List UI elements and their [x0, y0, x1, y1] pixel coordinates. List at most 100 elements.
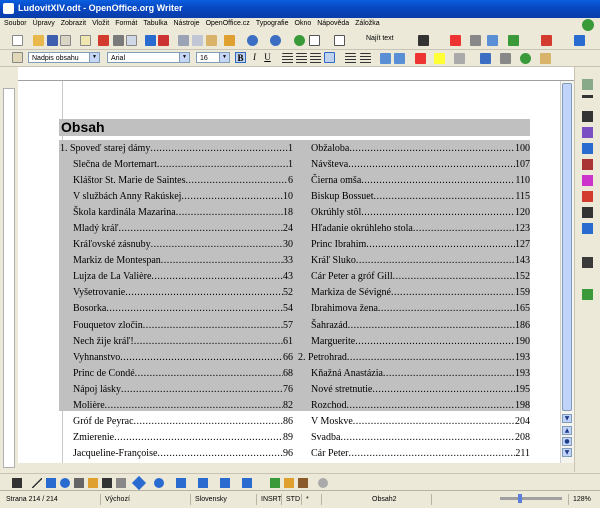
curve-icon[interactable] [88, 478, 98, 488]
extrusion-icon[interactable] [318, 478, 328, 488]
ellipse-icon[interactable] [60, 478, 70, 488]
font-name-select[interactable]: Arial ▼ [107, 52, 190, 63]
font-color-icon[interactable] [415, 53, 426, 64]
bullets-icon[interactable] [360, 53, 371, 64]
align-justify-icon[interactable] [324, 52, 335, 63]
menu-item[interactable]: Záložka [355, 20, 380, 27]
toc-entry[interactable]: Mladý kráľ..............................… [60, 221, 293, 237]
character-icon[interactable] [450, 35, 461, 46]
toc-entry[interactable]: Gróf de Peyrac..........................… [60, 414, 293, 430]
toc-entry[interactable]: Zmierenie...............................… [60, 430, 293, 446]
toc-entry[interactable]: Lujza de La Valière.....................… [60, 269, 293, 285]
gallery-icon[interactable] [487, 35, 498, 46]
freeform-icon[interactable] [74, 478, 84, 488]
toc-entry[interactable]: Molière.................................… [60, 398, 293, 414]
toc-entry[interactable]: V Moskve................................… [298, 414, 530, 430]
menu-item[interactable]: Zobrazit [61, 20, 86, 27]
fontwork-icon[interactable] [284, 478, 294, 488]
zoom-slider-knob[interactable] [518, 494, 522, 503]
new-document-icon[interactable] [12, 35, 23, 46]
toc-entry[interactable]: V službách Anny Rakúskej................… [60, 189, 293, 205]
toc-entry[interactable]: Fouquetov zločin........................… [60, 318, 293, 334]
numbering-icon[interactable] [345, 53, 356, 64]
menu-item[interactable]: Soubor [4, 20, 27, 27]
symbol-icon[interactable] [582, 223, 593, 234]
toc-entry[interactable]: Kňažná Anastázia........................… [298, 366, 530, 382]
italic-button[interactable]: I [249, 52, 260, 63]
show-draw-functions-icon[interactable] [334, 35, 345, 46]
toc-entry[interactable]: Svadba..................................… [298, 430, 530, 446]
toc-entry[interactable]: Rozchod.................................… [298, 398, 530, 414]
scroll-down-icon[interactable]: ▼ [562, 414, 572, 423]
toc-entry[interactable]: Hľadanie okrúhleho stola................… [298, 221, 530, 237]
ellipsis-icon[interactable] [582, 143, 593, 154]
toc-entry[interactable]: Ibrahimova žena.........................… [298, 301, 530, 317]
find-text-label[interactable]: Najít text [366, 35, 394, 42]
extensions-icon[interactable] [574, 35, 585, 46]
field-icon[interactable] [500, 53, 511, 64]
toc-entry[interactable]: Šahrazád................................… [298, 318, 530, 334]
clock-icon[interactable] [520, 53, 531, 64]
menu-item[interactable]: OpenOffice.cz [206, 20, 250, 27]
menu-item[interactable]: Vložit [92, 20, 109, 27]
email-icon[interactable] [60, 35, 71, 46]
print-icon[interactable] [113, 35, 124, 46]
rectangle-icon[interactable] [46, 478, 56, 488]
points-icon[interactable] [270, 478, 280, 488]
binoculars-icon[interactable] [582, 257, 593, 268]
align-center-icon[interactable] [296, 53, 307, 64]
toc-entry[interactable]: Vyšetrovanie............................… [60, 285, 293, 301]
format-paintbrush-icon[interactable] [224, 35, 235, 46]
section-sign-icon[interactable] [582, 175, 593, 186]
toc-entry[interactable]: Návšteva................................… [298, 157, 530, 173]
autospellcheck-icon[interactable] [158, 35, 169, 46]
align-left-icon[interactable] [282, 53, 293, 64]
save-icon[interactable] [47, 35, 58, 46]
apostrophe-icon[interactable] [582, 159, 593, 170]
toc-entry[interactable]: Nápoj lásky.............................… [60, 382, 293, 398]
edit-icon[interactable] [540, 53, 551, 64]
highlighting-icon[interactable] [434, 53, 445, 64]
page-style-indicator[interactable]: Výchozí [100, 494, 190, 505]
quotes-icon[interactable] [582, 79, 593, 90]
toc-entry[interactable]: Princ de Condé..........................… [60, 366, 293, 382]
toc-entry[interactable]: Bosorka.................................… [60, 301, 293, 317]
toc-entry[interactable]: Nech žije kráľ!.........................… [60, 334, 293, 350]
paste-icon[interactable] [206, 35, 217, 46]
datasource-icon[interactable] [508, 35, 519, 46]
cut-icon[interactable] [178, 35, 189, 46]
callouts-icon[interactable] [220, 478, 230, 488]
toc-entry[interactable]: Marguerite..............................… [298, 334, 530, 350]
toc-entry[interactable]: Markiz de Montespan.....................… [60, 253, 293, 269]
menu-item[interactable]: Úpravy [33, 20, 55, 27]
menu-item[interactable]: Nápověda [317, 20, 349, 27]
menu-item[interactable]: Tabulka [143, 20, 167, 27]
toc-entry[interactable]: Kráľovské zásnuby.......................… [60, 237, 293, 253]
decrease-indent-icon[interactable] [380, 53, 391, 64]
toc-entry[interactable]: Čierna omša.............................… [298, 173, 530, 189]
nbsp-icon[interactable] [582, 127, 593, 138]
vertical-scrollbar[interactable]: ▼ ▲ ● ▼ [560, 81, 574, 463]
redo-icon[interactable] [270, 35, 281, 46]
toc-entry[interactable]: Princ Ibrahim...........................… [298, 237, 530, 253]
increase-indent-icon[interactable] [394, 53, 405, 64]
toc-entry[interactable]: Jacqueline-Françoise....................… [60, 446, 293, 462]
select-arrow-icon[interactable] [12, 478, 22, 488]
vertical-ruler[interactable] [0, 80, 16, 472]
bookmark-icon[interactable] [480, 53, 491, 64]
view-layout-buttons[interactable] [431, 494, 487, 505]
from-file-icon[interactable] [298, 478, 308, 488]
navigation-icon[interactable]: ● [562, 437, 572, 446]
zoom-slider[interactable] [500, 494, 562, 503]
toc-entry[interactable]: 1. Spoveď starej dámy...................… [60, 141, 293, 157]
scroll-thumb[interactable] [562, 83, 572, 411]
menu-item[interactable]: Okno [295, 20, 312, 27]
background-color-icon[interactable] [454, 53, 465, 64]
spellcheck-icon[interactable] [145, 35, 156, 46]
toc-entry[interactable]: 2. Petrohrad............................… [298, 350, 530, 366]
toc-entry[interactable]: Obžaloba................................… [298, 141, 530, 157]
typography-icon[interactable] [470, 35, 481, 46]
text-tool-icon[interactable] [102, 478, 112, 488]
align-right-icon[interactable] [310, 53, 321, 64]
toc-entry[interactable]: Biskup Bossuet..........................… [298, 189, 530, 205]
